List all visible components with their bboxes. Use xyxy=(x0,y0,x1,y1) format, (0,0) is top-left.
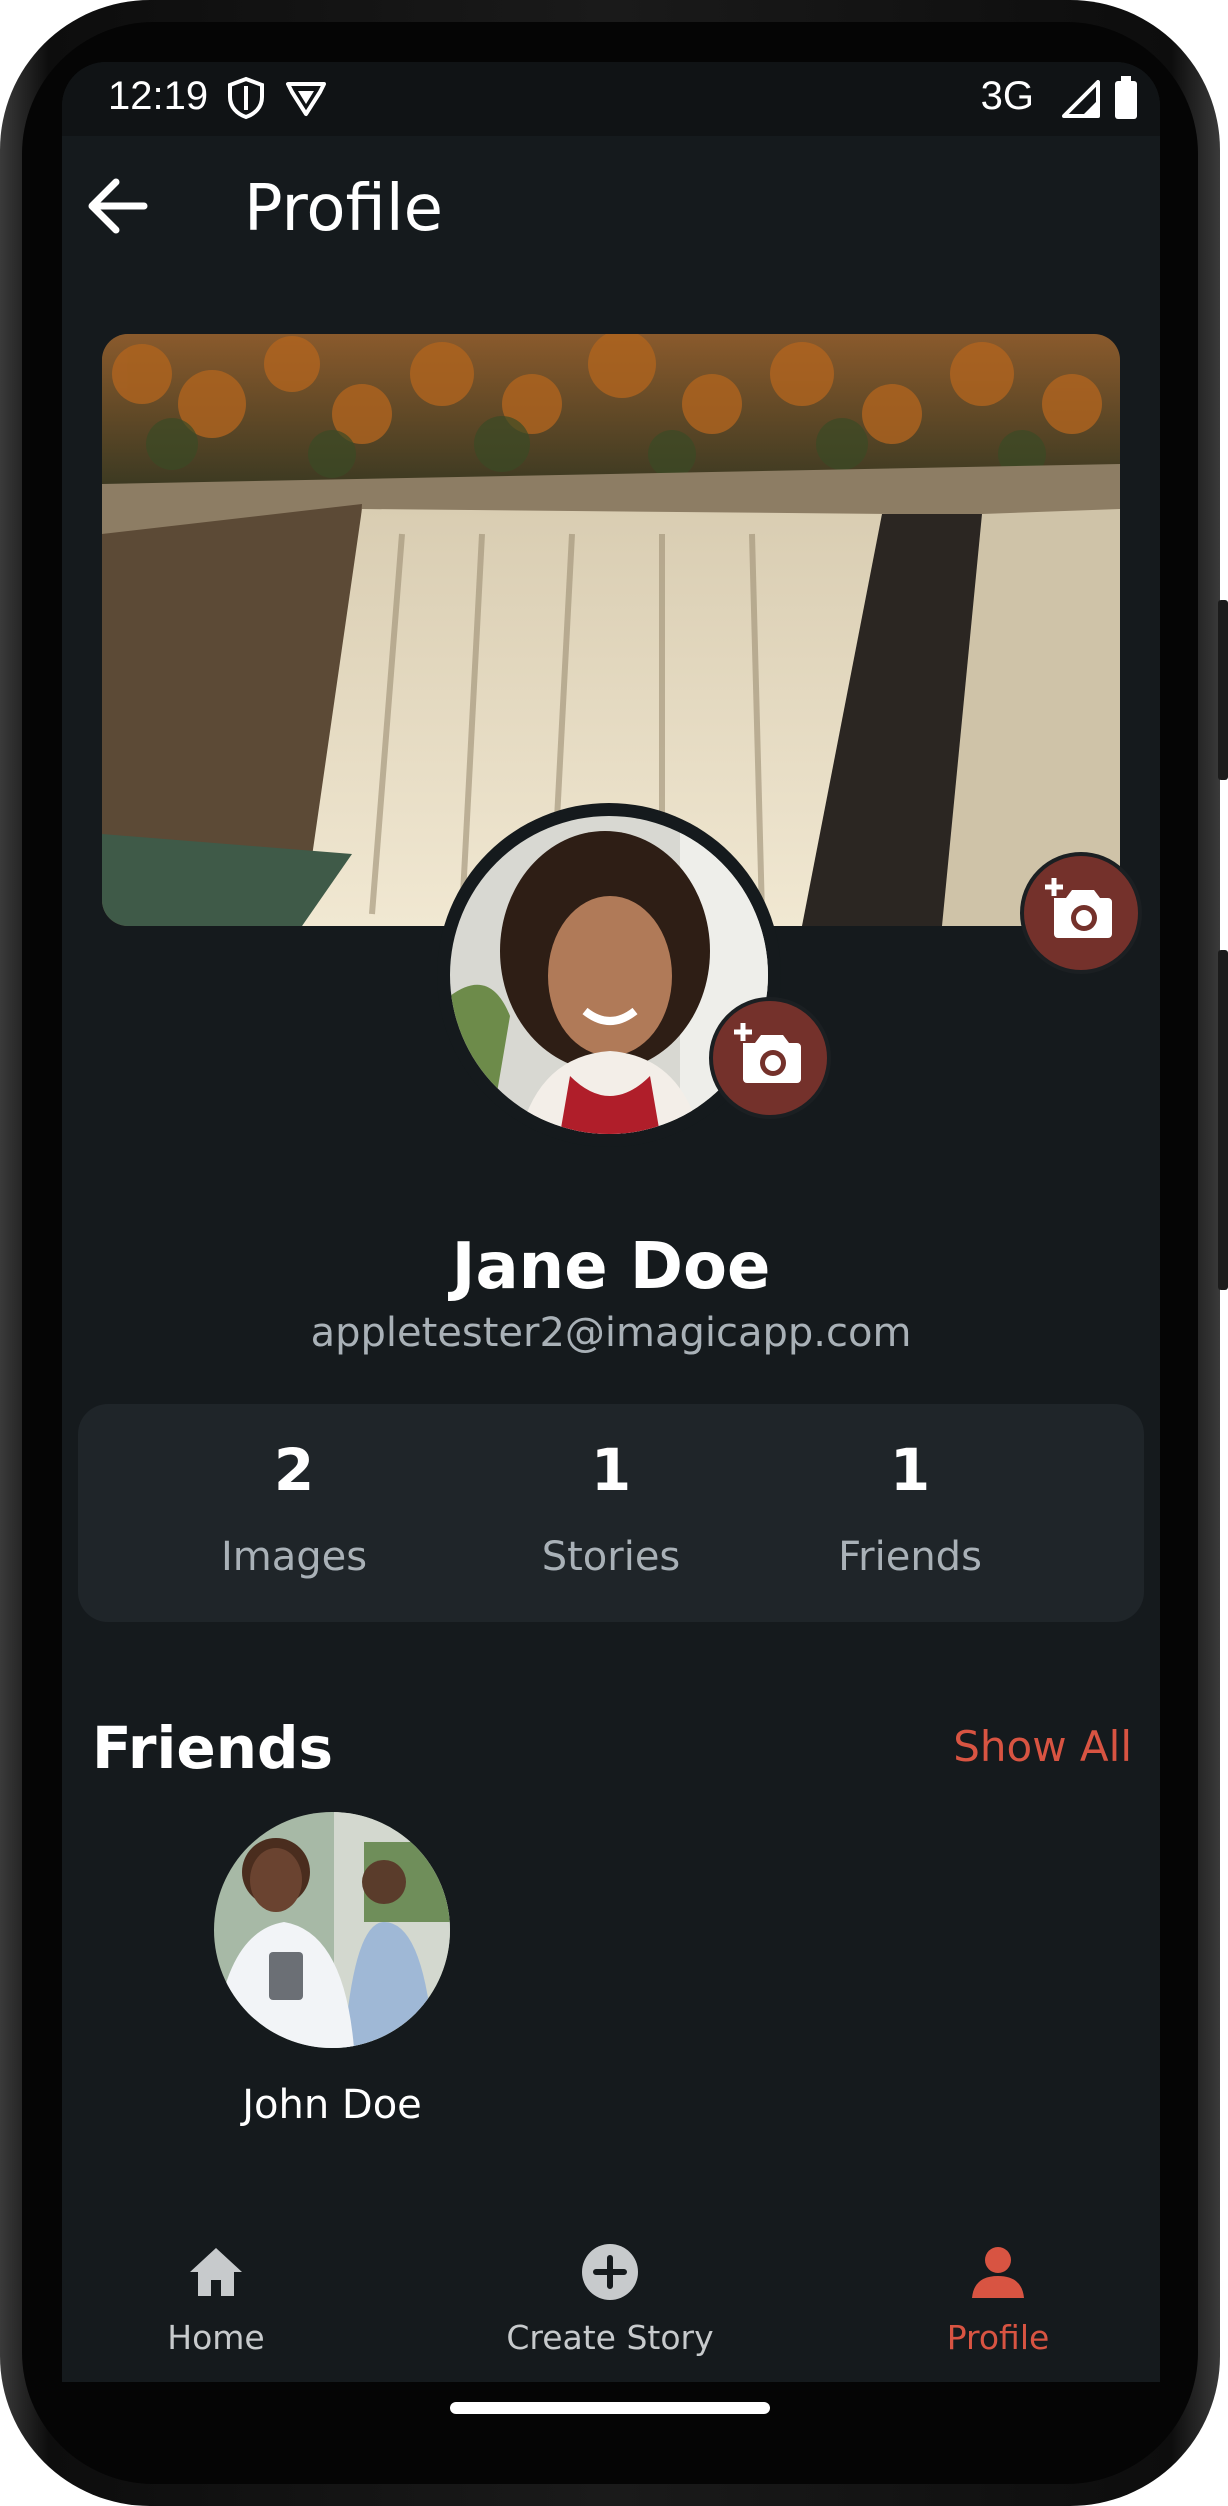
friend-card[interactable]: John Doe xyxy=(212,1812,452,2162)
brave-icon xyxy=(286,82,326,116)
back-arrow-icon[interactable] xyxy=(80,168,156,244)
person-icon xyxy=(972,2247,1024,2298)
nav-create-story[interactable]: Create Story xyxy=(460,2212,760,2382)
volume-button xyxy=(1218,950,1228,1290)
user-name: Jane Doe xyxy=(451,1230,771,1304)
status-time: 12:19 xyxy=(108,74,209,118)
change-avatar-button[interactable] xyxy=(709,997,831,1119)
friends-section-title: Friends xyxy=(92,1714,334,1782)
signal-icon xyxy=(1062,80,1100,118)
network-type: 3G xyxy=(980,74,1034,118)
stat-images[interactable]: 2 Images xyxy=(144,1404,444,1622)
add-camera-icon xyxy=(734,1023,801,1083)
app-bar: Profile xyxy=(62,136,1160,286)
nav-home[interactable]: Home xyxy=(66,2212,366,2382)
user-email: appletester2@imagicapp.com xyxy=(310,1310,912,1356)
stat-value: 1 xyxy=(590,1436,632,1504)
nav-label: Create Story xyxy=(506,2318,714,2357)
battery-icon xyxy=(1115,76,1137,119)
change-cover-button[interactable] xyxy=(1020,852,1142,974)
stat-value: 1 xyxy=(889,1436,931,1504)
shield-icon xyxy=(228,76,264,120)
page-title: Profile xyxy=(244,172,443,246)
add-circle-icon xyxy=(582,2244,638,2300)
stat-friends[interactable]: 1 Friends xyxy=(760,1404,1060,1622)
stat-label: Stories xyxy=(541,1534,681,1580)
stat-label: Images xyxy=(220,1534,368,1580)
friend-name: John Doe xyxy=(242,2082,422,2128)
bottom-nav: Home Create Story Profile xyxy=(62,2212,1160,2382)
stat-stories[interactable]: 1 Stories xyxy=(461,1404,761,1622)
stat-label: Friends xyxy=(838,1534,982,1580)
home-indicator[interactable] xyxy=(450,2402,770,2414)
show-all-link[interactable]: Show All xyxy=(953,1722,1132,1771)
status-bar: 12:19 3G xyxy=(62,62,1160,136)
power-button xyxy=(1218,600,1228,780)
friend-avatar xyxy=(214,1812,450,2048)
stat-value: 2 xyxy=(273,1436,315,1504)
stats-card: 2 Images 1 Stories 1 Friends xyxy=(78,1404,1144,1622)
nav-label: Home xyxy=(167,2318,265,2357)
add-camera-icon xyxy=(1045,878,1112,938)
home-icon xyxy=(190,2248,242,2296)
nav-label: Profile xyxy=(946,2318,1050,2357)
nav-profile[interactable]: Profile xyxy=(848,2212,1148,2382)
app-screen: 12:19 3G Profile Jane Doe appletester2@i… xyxy=(62,62,1160,2382)
